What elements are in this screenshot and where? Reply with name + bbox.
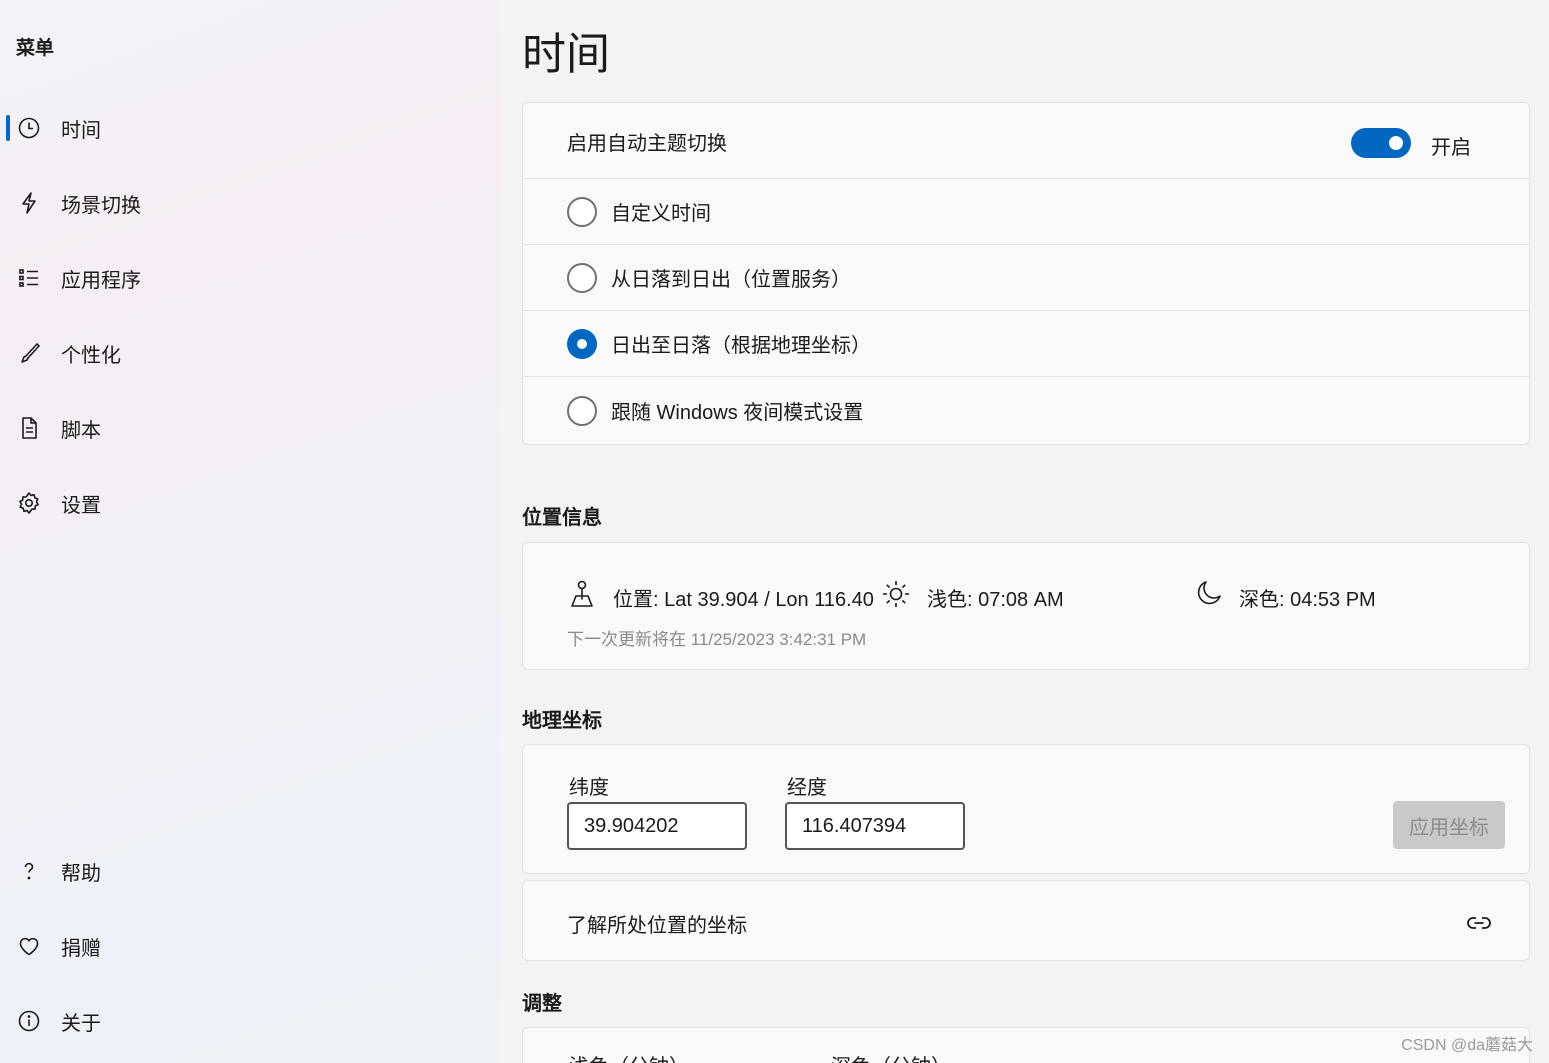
radio-button[interactable] [567, 196, 597, 227]
location-light-time: 浅色: 07:08 AM [881, 579, 1064, 615]
menu-title: 菜单 [16, 38, 55, 59]
nav-label: 设置 [61, 494, 101, 517]
radio-button-selected[interactable] [567, 328, 597, 359]
document-icon [16, 415, 42, 441]
nav-item-applications[interactable]: 应用程序 [6, 255, 486, 301]
longitude-input[interactable]: 116.407394 [785, 802, 965, 850]
nav-label: 捐赠 [61, 937, 101, 960]
apply-coordinates-button[interactable]: 应用坐标 [1393, 801, 1505, 849]
adjust-heading: 调整 [522, 993, 562, 1015]
position-text: 位置: Lat 39.904 / Lon 116.40 [613, 588, 874, 611]
adjust-card: 浅色（分钟） 深色（分钟） [522, 1027, 1530, 1063]
nav-item-scripts[interactable]: 脚本 [6, 405, 486, 451]
location-heading: 位置信息 [522, 507, 602, 529]
toggle-state-label: 开启 [1431, 137, 1471, 159]
gear-icon [16, 490, 42, 516]
radio-button[interactable] [567, 262, 597, 293]
nav-label: 关于 [61, 1012, 101, 1035]
auto-theme-toggle[interactable] [1351, 128, 1411, 158]
nav-label: 场景切换 [61, 194, 141, 217]
nav-item-help[interactable]: 帮助 [6, 848, 486, 894]
nav-label: 应用程序 [61, 269, 141, 292]
option-follow-windows-night[interactable]: 跟随 Windows 夜间模式设置 [523, 376, 1529, 444]
help-icon [16, 858, 42, 884]
list-icon [16, 265, 42, 291]
geo-heading: 地理坐标 [522, 710, 602, 732]
radio-button[interactable] [567, 395, 597, 426]
light-time-text: 浅色: 07:08 AM [927, 588, 1064, 611]
option-label: 自定义时间 [611, 203, 711, 225]
theme-switch-card: 启用自动主题切换 开启 自定义时间 从日落到日出（位置服务） 日出至日落（根据地… [522, 102, 1530, 445]
nav-item-about[interactable]: 关于 [6, 998, 486, 1044]
info-icon [16, 1008, 42, 1034]
location-card: 位置: Lat 39.904 / Lon 116.40 浅色: 07:08 AM… [522, 542, 1530, 670]
option-label: 从日落到日出（位置服务） [611, 269, 851, 291]
light-minutes-label: 浅色（分钟） [569, 1050, 689, 1063]
sun-icon [881, 579, 911, 615]
watermark: CSDN @da蘑菇大 [1401, 1037, 1533, 1054]
geo-card: 纬度 39.904202 经度 116.407394 应用坐标 [522, 744, 1530, 874]
latitude-input[interactable]: 39.904202 [567, 802, 747, 850]
option-label: 跟随 Windows 夜间模式设置 [611, 402, 864, 424]
latitude-label: 纬度 [569, 777, 609, 799]
auto-theme-label: 启用自动主题切换 [567, 132, 727, 155]
nav-label: 脚本 [61, 419, 101, 442]
moon-icon [1193, 579, 1223, 615]
clock-icon [16, 115, 42, 141]
next-update-text: 下一次更新将在 11/25/2023 3:42:31 PM [567, 630, 867, 649]
dark-time-text: 深色: 04:53 PM [1239, 588, 1376, 611]
sidebar: 菜单 时间 场景切换 应用程序 个性化 脚本 设置 帮助 捐赠 关于 [0, 0, 500, 1063]
brush-icon [16, 340, 42, 366]
nav-item-settings[interactable]: 设置 [6, 480, 486, 526]
nav-label: 时间 [61, 119, 101, 142]
lightning-icon [16, 190, 42, 216]
nav-label: 帮助 [61, 862, 101, 885]
nav-label: 个性化 [61, 344, 121, 367]
find-coordinates-card[interactable]: 了解所处位置的坐标 [522, 880, 1530, 961]
heart-icon [16, 933, 42, 959]
nav-item-donate[interactable]: 捐赠 [6, 923, 486, 969]
option-label: 日出至日落（根据地理坐标） [611, 335, 871, 357]
option-sunrise-to-sunset-geo[interactable]: 日出至日落（根据地理坐标） [523, 310, 1529, 376]
option-sunset-to-sunrise[interactable]: 从日落到日出（位置服务） [523, 244, 1529, 310]
page-title: 时间 [522, 30, 610, 79]
location-position: 位置: Lat 39.904 / Lon 116.40 [567, 579, 874, 615]
nav-item-personalization[interactable]: 个性化 [6, 330, 486, 376]
nav-item-scene-switch[interactable]: 场景切换 [6, 180, 486, 226]
nav-item-time[interactable]: 时间 [6, 105, 486, 151]
longitude-label: 经度 [787, 777, 827, 799]
location-pin-icon [567, 579, 597, 615]
link-icon[interactable] [1465, 909, 1493, 937]
dark-minutes-label: 深色（分钟） [831, 1050, 951, 1063]
location-dark-time: 深色: 04:53 PM [1193, 579, 1376, 615]
option-custom-time[interactable]: 自定义时间 [523, 178, 1529, 244]
find-coordinates-link[interactable]: 了解所处位置的坐标 [567, 909, 747, 938]
